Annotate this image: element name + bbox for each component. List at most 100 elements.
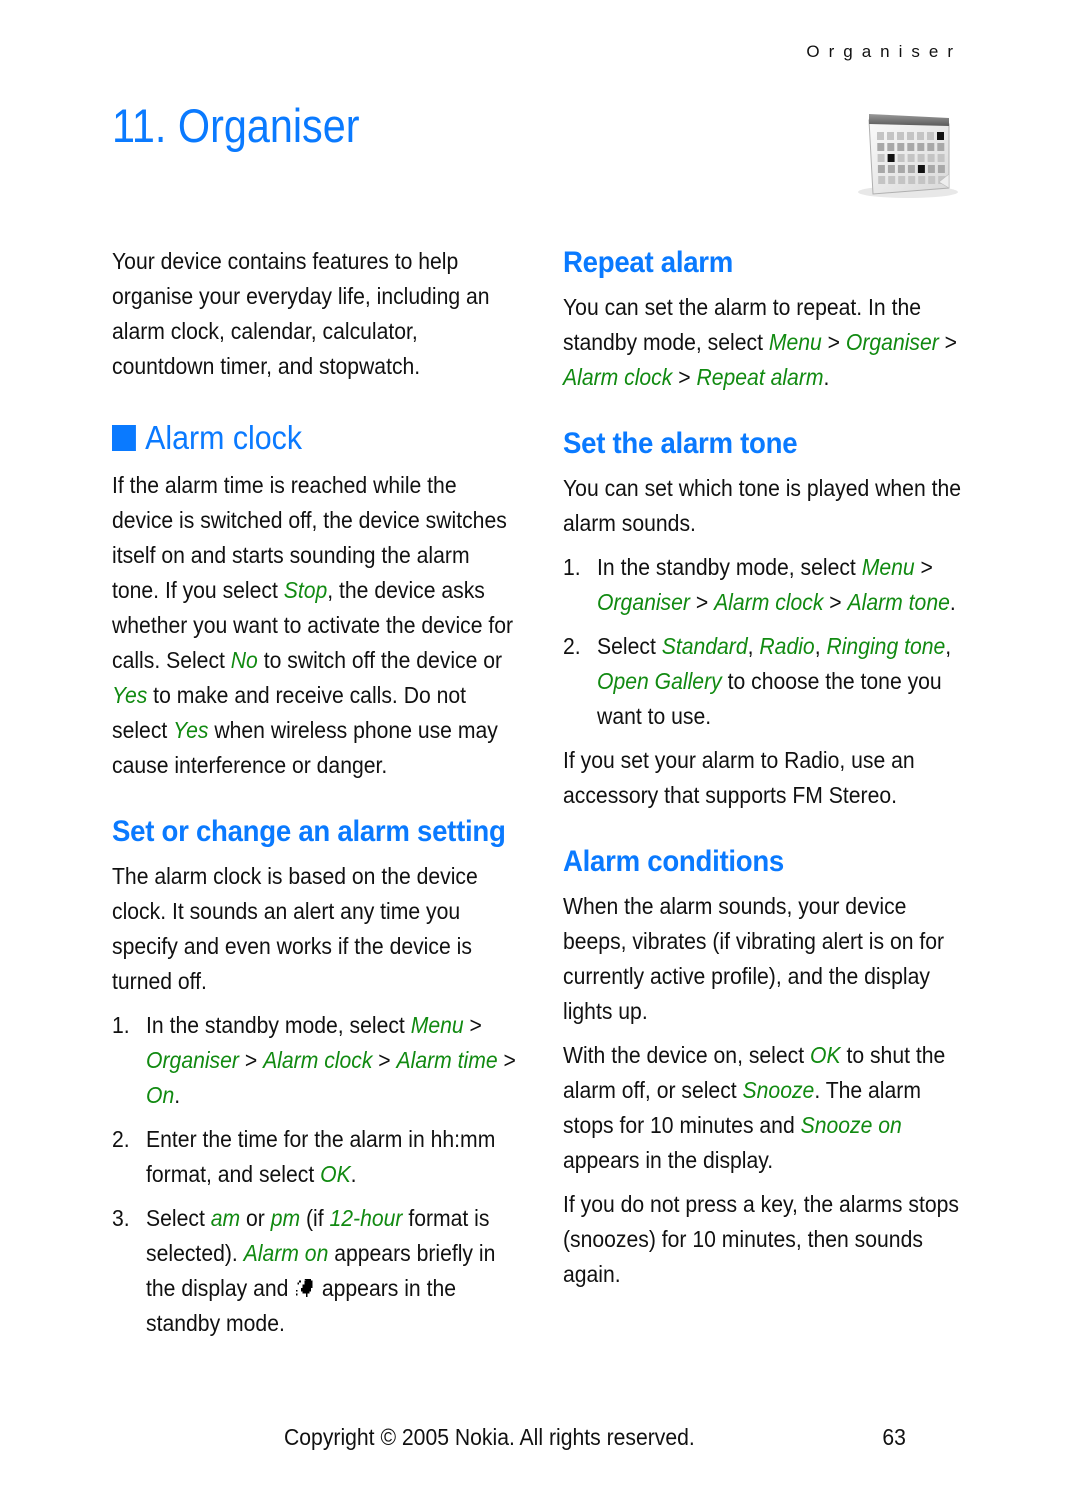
- alarm-clock-paragraph: If the alarm time is reached while the d…: [112, 468, 517, 783]
- calendar-cell: [917, 143, 925, 151]
- menu-term: Menu: [410, 1012, 464, 1038]
- step-item: 2. Select Standard, Radio, Ringing tone, …: [563, 629, 972, 734]
- menu-term: Organiser: [146, 1047, 239, 1073]
- text-run: or: [240, 1205, 271, 1231]
- text-run: With the device on, select: [563, 1042, 810, 1068]
- text-run: .: [823, 364, 830, 390]
- calendar-cell: [907, 154, 915, 162]
- menu-term: Alarm clock: [263, 1047, 373, 1073]
- calendar-cell: [897, 165, 905, 173]
- text-run: >: [672, 364, 697, 390]
- menu-term: Snooze: [742, 1077, 815, 1103]
- calendar-cell: [887, 165, 895, 173]
- text-run: >: [938, 329, 958, 355]
- calendar-cell: [887, 143, 895, 151]
- calendar-cell: [907, 165, 915, 173]
- text-run: >: [372, 1047, 397, 1073]
- text-run: ,: [945, 633, 952, 659]
- text-run: >: [689, 589, 715, 615]
- text-run: to switch off the device or: [257, 647, 503, 673]
- calendar-cell: [897, 132, 904, 140]
- section-heading-text: Alarm clock: [145, 419, 303, 456]
- running-head: Organiser: [806, 42, 962, 61]
- step-item: 2. Enter the time for the alarm in hh:mm …: [112, 1122, 517, 1192]
- text-run: >: [823, 589, 848, 615]
- set-change-steps: 1. In the standby mode, select Menu > Org…: [112, 1008, 517, 1341]
- section-bullet-icon: [112, 425, 136, 451]
- text-run: In the standby mode, select: [146, 1012, 411, 1038]
- repeat-alarm-paragraph: You can set the alarm to repeat. In the …: [563, 290, 972, 395]
- calendar-cell: [877, 143, 885, 151]
- alarm-tone-paragraph: You can set which tone is played when th…: [563, 475, 962, 536]
- menu-term: Menu: [768, 329, 822, 355]
- calendar-cell: [897, 154, 905, 162]
- menu-term: Snooze on: [800, 1112, 902, 1138]
- calendar-cell: [917, 132, 924, 140]
- menu-term: On: [146, 1082, 175, 1108]
- step-number: 2.: [563, 633, 581, 659]
- text-run: In the standby mode, select: [597, 554, 862, 580]
- text-run: .: [174, 1082, 181, 1108]
- menu-term: Alarm tone: [847, 589, 950, 615]
- calendar-cell: [877, 165, 885, 173]
- calendar-cell: [928, 176, 936, 184]
- conditions-paragraph-2: With the device on, select OK to shut th…: [563, 1038, 972, 1178]
- menu-term: Radio: [759, 633, 815, 659]
- menu-term: Yes: [112, 682, 148, 708]
- subheading-set-alarm-tone: Set the alarm tone: [563, 427, 798, 460]
- text-run: >: [238, 1047, 264, 1073]
- text-run: ,: [814, 633, 827, 659]
- calendar-cell: [927, 165, 935, 173]
- calendar-cell: [937, 165, 945, 173]
- right-column: Repeat alarm You can set the alarm to re…: [563, 244, 972, 1301]
- text-run: >: [914, 554, 933, 580]
- menu-term: Alarm clock: [563, 364, 673, 390]
- text-run: .: [949, 589, 956, 615]
- text-run: (if: [300, 1205, 330, 1231]
- menu-term: Ringing tone: [826, 633, 946, 659]
- subheading-repeat-alarm: Repeat alarm: [563, 246, 734, 279]
- calendar-cell: [907, 143, 915, 151]
- menu-term: am: [210, 1205, 241, 1231]
- menu-term: Repeat alarm: [696, 364, 824, 390]
- step-number: 1.: [112, 1012, 130, 1038]
- menu-term: Standard: [661, 633, 748, 659]
- step-item: 3. Select am or pm (if 12-hour format is …: [112, 1201, 517, 1341]
- calendar-cell: [888, 176, 896, 184]
- calendar-cell: [917, 165, 925, 173]
- subheading-alarm-conditions: Alarm conditions: [563, 845, 785, 878]
- conditions-paragraph-3: If you do not press a key, the alarms st…: [563, 1191, 959, 1287]
- text-run: >: [497, 1047, 516, 1073]
- calendar-cell: [937, 154, 945, 162]
- menu-term: Yes: [173, 717, 209, 743]
- set-change-paragraph: The alarm clock is based on the device c…: [112, 863, 478, 994]
- calendar-cell: [927, 154, 935, 162]
- menu-term: Organiser: [597, 589, 690, 615]
- calendar-cell: [877, 132, 884, 140]
- calendar-cell: [927, 132, 934, 140]
- menu-term: pm: [270, 1205, 301, 1231]
- copyright-notice: Copyright © 2005 Nokia. All rights reser…: [284, 1424, 695, 1450]
- calendar-cell: [937, 143, 945, 151]
- menu-term: Alarm clock: [714, 589, 824, 615]
- left-column: Your device contains features to help or…: [112, 244, 517, 1350]
- chapter-title: 11. Organiser: [112, 99, 360, 152]
- menu-term: Alarm time: [396, 1047, 498, 1073]
- menu-term: Organiser: [845, 329, 939, 355]
- text-run: appears in the display.: [563, 1147, 774, 1173]
- text-run: ,: [747, 633, 760, 659]
- calendar-cell: [907, 132, 914, 140]
- step-item: 1. In the standby mode, select Menu > Org…: [563, 550, 972, 620]
- subheading-set-change-alarm: Set or change an alarm setting: [112, 815, 506, 848]
- text-run: .: [350, 1161, 357, 1187]
- calendar-cell: [897, 143, 905, 151]
- radio-note: If you set your alarm to Radio, use an a…: [563, 747, 915, 808]
- menu-term: Stop: [283, 577, 328, 603]
- calendar-cell: [918, 176, 926, 184]
- menu-term: Open Gallery: [597, 668, 722, 694]
- page-number: 63: [882, 1424, 906, 1450]
- step-number: 3.: [112, 1205, 130, 1231]
- page-footer: Copyright © 2005 Nokia. All rights reser…: [284, 1424, 906, 1451]
- menu-term: Alarm on: [243, 1240, 329, 1266]
- section-heading-alarm-clock: Alarm clock: [112, 418, 517, 458]
